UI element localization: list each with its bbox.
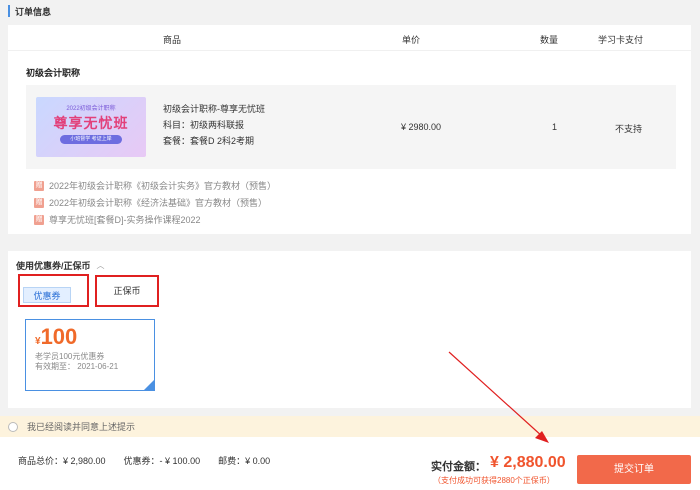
product-price: ¥ 2980.00: [401, 122, 442, 132]
coupon-amount: ¥100: [35, 324, 77, 350]
section-accent-bar: [8, 5, 10, 17]
coupon-expiry: 有效期至： 2021-06-21: [35, 362, 119, 371]
product-row: 2022初级会计职称 尊享无忧班 小班督学 考证上岸 初级会计职称-尊享无忧班 …: [26, 85, 676, 169]
product-info: 初级会计职称-尊享无忧班 科目：初级两科联报 套餐：套餐D 2科2考期: [163, 101, 265, 149]
gift-icon: 赠: [34, 180, 44, 191]
gift-item: 赠 2022年初级会计职称《初级会计实务》官方教材（预售）: [34, 177, 276, 194]
agreement-bar: 我已经阅读并同意上述提示: [0, 416, 700, 437]
tab-zhengbao-coin[interactable]: 正保币: [95, 275, 159, 307]
thumb-main-text: 尊享无忧班: [53, 115, 129, 131]
table-header: [8, 25, 691, 51]
coupon-section-header[interactable]: 使用优惠券/正保币 ︿: [16, 259, 105, 272]
coupon-ticket[interactable]: ¥100 老学员100元优惠券 有效期至： 2021-06-21: [25, 319, 155, 391]
agree-radio[interactable]: [8, 421, 18, 432]
tab-coupon[interactable]: 优惠券: [23, 287, 71, 303]
checkout-footer: 商品总价：¥ 2,980.00 优惠券：- ¥ 100.00 邮费：¥ 0.00…: [0, 437, 700, 490]
submit-order-button[interactable]: 提交订单: [577, 455, 691, 484]
order-summary: 商品总价：¥ 2,980.00 优惠券：- ¥ 100.00 邮费：¥ 0.00: [18, 454, 270, 467]
agree-text[interactable]: 我已经阅读并同意上述提示: [27, 420, 135, 433]
thumb-top-text: 2022初级会计职称: [66, 106, 116, 112]
gift-icon: 赠: [34, 214, 44, 225]
gift-icon: 赠: [34, 197, 44, 208]
pay-note: （支付成功可获得2880个正保币）: [433, 476, 555, 485]
chevron-up-icon[interactable]: ︿: [97, 260, 105, 271]
gift-list: 赠 2022年初级会计职称《初级会计实务》官方教材（预售） 赠 2022年初级会…: [34, 177, 276, 228]
coupon-value: 100: [40, 324, 78, 349]
gift-item: 赠 尊享无忧班[套餐D]-实务操作课程2022: [34, 211, 276, 228]
thumb-tag: 小班督学 考证上岸: [60, 135, 122, 144]
product-package: 套餐：套餐D 2科2考期: [163, 136, 255, 146]
order-section-header: 订单信息: [8, 3, 51, 19]
selected-check-icon: [144, 380, 154, 390]
order-card: 商品 单价 数量 学习卡支付 初级会计职称 2022初级会计职称 尊享无忧班 小…: [8, 25, 691, 234]
course-thumbnail[interactable]: 2022初级会计职称 尊享无忧班 小班督学 考证上岸: [36, 97, 146, 157]
pay-label: 实付金额：: [431, 461, 486, 473]
coupon-card: 使用优惠券/正保币 ︿ 优惠券 正保币 ¥100 老学员100元优惠券 有效期至…: [8, 251, 691, 408]
header-qty: 数量: [540, 35, 559, 45]
section-title: 订单信息: [15, 6, 52, 17]
product-subject: 科目：初级两科联报: [163, 120, 245, 130]
coupon-discount: 优惠券：- ¥ 100.00: [123, 456, 201, 466]
coupon-name: 老学员100元优惠券: [35, 352, 105, 361]
product-name[interactable]: 初级会计职称-尊享无忧班: [163, 101, 265, 117]
course-category: 初级会计职称: [26, 68, 81, 78]
header-card-pay: 学习卡支付: [598, 35, 644, 45]
coupon-desc: 老学员100元优惠券 有效期至： 2021-06-21: [35, 352, 118, 372]
product-qty: 1: [552, 122, 558, 132]
header-product: 商品: [163, 35, 182, 45]
goods-total: 商品总价：¥ 2,980.00: [18, 456, 106, 466]
shipping-fee: 邮费：¥ 0.00: [218, 456, 271, 466]
gift-label: 2022年初级会计职称《经济法基础》官方教材（预售）: [49, 198, 268, 208]
product-card-pay: 不支持: [615, 124, 643, 134]
pay-amount: ¥ 2,880.00: [490, 454, 566, 471]
header-price: 单价: [402, 35, 421, 45]
gift-label: 2022年初级会计职称《初级会计实务》官方教材（预售）: [49, 181, 277, 191]
gift-item: 赠 2022年初级会计职称《经济法基础》官方教材（预售）: [34, 194, 276, 211]
gift-label: 尊享无忧班[套餐D]-实务操作课程2022: [49, 215, 201, 225]
coupon-section-title: 使用优惠券/正保币: [16, 261, 91, 271]
